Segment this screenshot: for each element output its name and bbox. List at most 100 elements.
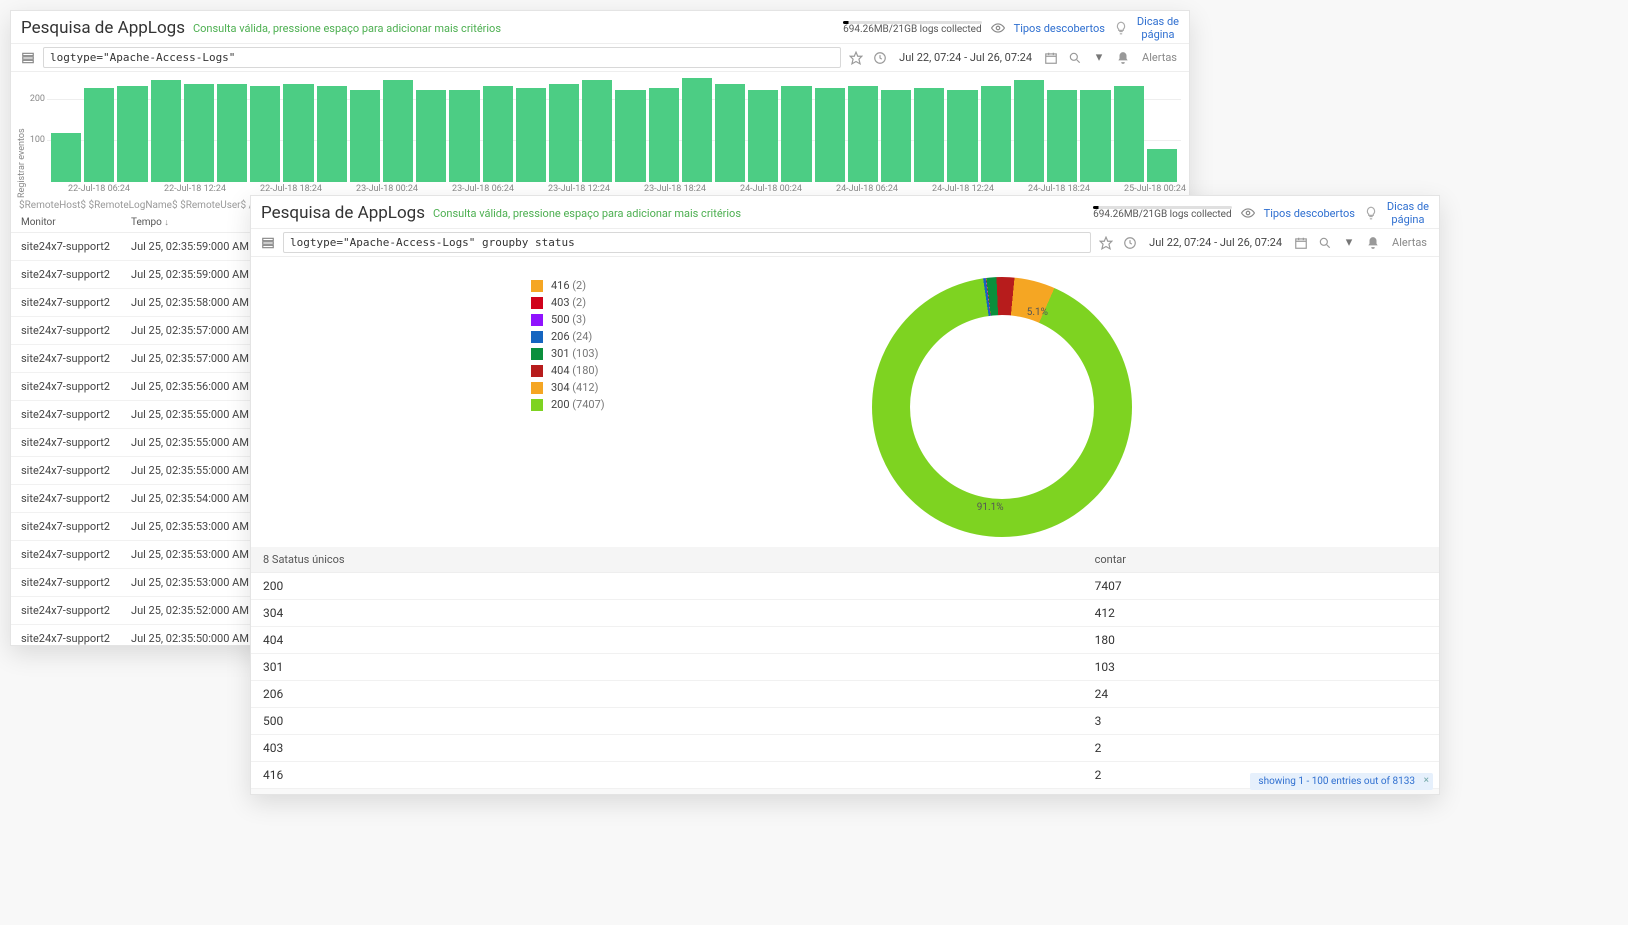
discovered-types-link[interactable]: Tipos descobertos <box>1014 22 1105 35</box>
table-row[interactable]: 2007407 <box>251 573 1439 600</box>
bar[interactable] <box>582 80 612 182</box>
page-tips-link[interactable]: Dicas de página <box>1387 200 1429 226</box>
eye-icon[interactable] <box>1240 205 1256 221</box>
legend-item[interactable]: 200 (7407) <box>531 396 605 413</box>
bar[interactable] <box>117 86 147 182</box>
query-input[interactable] <box>283 232 1091 253</box>
bar[interactable] <box>84 88 114 182</box>
legend-label: 206 (24) <box>551 330 592 343</box>
bar[interactable] <box>815 88 845 182</box>
legend-item[interactable]: 301 (103) <box>531 345 605 362</box>
legend-item[interactable]: 403 (2) <box>531 294 605 311</box>
bar[interactable] <box>350 90 380 182</box>
table-row[interactable]: 404180 <box>251 627 1439 654</box>
bell-icon[interactable] <box>1364 234 1382 252</box>
legend-label: 500 (3) <box>551 313 586 326</box>
cell-count: 412 <box>1083 600 1439 627</box>
bar[interactable] <box>184 84 214 182</box>
bar[interactable] <box>383 80 413 182</box>
cell-monitor: site24x7-support2 <box>11 485 121 513</box>
bar[interactable] <box>151 80 181 182</box>
close-icon[interactable]: × <box>1424 775 1429 786</box>
calendar-icon[interactable] <box>1042 49 1060 67</box>
cell-monitor: site24x7-support2 <box>11 429 121 457</box>
donut-section: 416 (2)403 (2) 500 (3) 206 (24) 301 (103)40… <box>251 257 1439 547</box>
page-tips-link[interactable]: Dicas de página <box>1137 15 1179 41</box>
bar[interactable] <box>217 84 247 182</box>
bar[interactable] <box>516 88 546 182</box>
bar[interactable] <box>715 84 745 182</box>
star-icon[interactable] <box>1097 234 1115 252</box>
status-donut-chart: 5.1% 91.1% <box>872 277 1132 537</box>
bar[interactable] <box>682 78 712 182</box>
query-row: Jul 22, 07:24 - Jul 26, 07:24 ▾ Alertas <box>251 229 1439 257</box>
chevron-down-icon[interactable]: ▾ <box>1340 234 1358 252</box>
star-icon[interactable] <box>847 49 865 67</box>
search-icon[interactable] <box>1066 49 1084 67</box>
xtick: 22-Jul-18 06:24 <box>51 184 147 198</box>
search-icon[interactable] <box>1316 234 1334 252</box>
eye-icon[interactable] <box>990 20 1006 36</box>
bar[interactable] <box>947 90 977 182</box>
bar[interactable] <box>1047 90 1077 182</box>
date-range[interactable]: Jul 22, 07:24 - Jul 26, 07:24 <box>895 51 1036 64</box>
date-range[interactable]: Jul 22, 07:24 - Jul 26, 07:24 <box>1145 236 1286 249</box>
bar[interactable] <box>449 90 479 182</box>
query-input[interactable] <box>43 47 841 68</box>
col-monitor[interactable]: Monitor <box>11 213 121 233</box>
bar[interactable] <box>283 84 313 182</box>
cell-monitor: site24x7-support2 <box>11 345 121 373</box>
bar[interactable] <box>748 90 778 182</box>
col-status[interactable]: 8 Satatus únicos <box>251 547 1083 573</box>
bar[interactable] <box>250 86 280 182</box>
table-row[interactable]: 301103 <box>251 654 1439 681</box>
legend-item[interactable]: 304 (412) <box>531 379 605 396</box>
table-row[interactable]: 5003 <box>251 708 1439 735</box>
lightbulb-icon[interactable] <box>1113 20 1129 36</box>
cell-count: 3 <box>1083 708 1439 735</box>
clock-icon[interactable] <box>1121 234 1139 252</box>
table-row[interactable]: 304412 <box>251 600 1439 627</box>
query-status: Consulta válida, pressione espaço para a… <box>433 207 741 220</box>
calendar-icon[interactable] <box>1292 234 1310 252</box>
bar[interactable] <box>51 133 81 182</box>
query-status: Consulta válida, pressione espaço para a… <box>193 22 501 35</box>
cell-status: 301 <box>251 654 1083 681</box>
lightbulb-icon[interactable] <box>1363 205 1379 221</box>
bell-icon[interactable] <box>1114 49 1132 67</box>
xtick: 22-Jul-18 12:24 <box>147 184 243 198</box>
cell-count: 180 <box>1083 627 1439 654</box>
bar[interactable] <box>781 86 811 182</box>
bar[interactable] <box>549 84 579 182</box>
bar[interactable] <box>881 90 911 182</box>
bar[interactable] <box>1014 80 1044 182</box>
bar[interactable] <box>914 88 944 182</box>
cell-monitor: site24x7-support2 <box>11 373 121 401</box>
table-row[interactable]: 4032 <box>251 735 1439 762</box>
bar[interactable] <box>416 90 446 182</box>
bar[interactable] <box>649 88 679 182</box>
bar[interactable] <box>615 90 645 182</box>
page-title: Pesquisa de AppLogs <box>21 18 185 38</box>
alerts-label[interactable]: Alertas <box>1388 236 1431 249</box>
bar[interactable] <box>981 86 1011 182</box>
legend-item[interactable]: 500 (3) <box>531 311 605 328</box>
bar[interactable] <box>1080 90 1110 182</box>
bar[interactable] <box>1147 149 1177 182</box>
table-row[interactable]: 20624 <box>251 681 1439 708</box>
bar[interactable] <box>848 86 878 182</box>
bar[interactable] <box>1114 86 1144 182</box>
legend-swatch <box>531 365 543 377</box>
cell-count: 2 <box>1083 735 1439 762</box>
clock-icon[interactable] <box>871 49 889 67</box>
discovered-types-link[interactable]: Tipos descobertos <box>1264 207 1355 220</box>
legend-item[interactable]: 416 (2) <box>531 277 605 294</box>
bar[interactable] <box>317 86 347 182</box>
legend-swatch <box>531 314 543 326</box>
legend-item[interactable]: 404 (180) <box>531 362 605 379</box>
chevron-down-icon[interactable]: ▾ <box>1090 49 1108 67</box>
alerts-label[interactable]: Alertas <box>1138 51 1181 64</box>
col-count[interactable]: contar <box>1083 547 1439 573</box>
bar[interactable] <box>483 86 513 182</box>
legend-item[interactable]: 206 (24) <box>531 328 605 345</box>
